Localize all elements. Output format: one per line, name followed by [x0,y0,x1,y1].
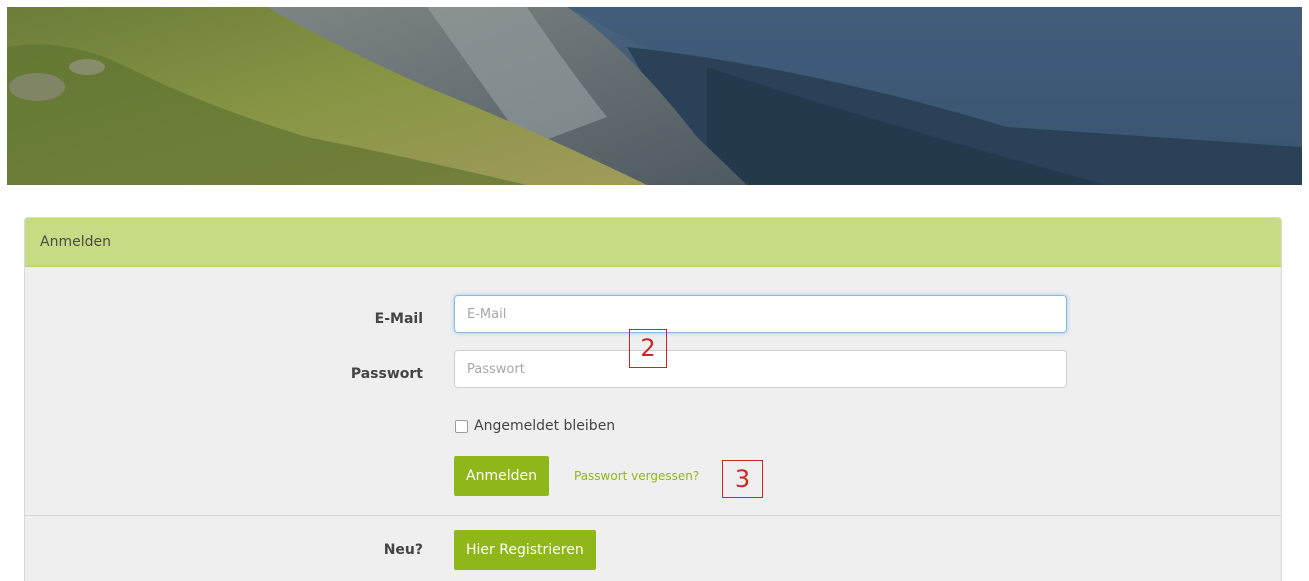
remember-me-row[interactable]: Angemeldet bleiben [455,418,615,434]
remember-me-checkbox[interactable] [455,419,468,433]
remember-me-label: Angemeldet bleiben [474,418,616,434]
email-label: E-Mail [374,311,423,327]
annotation-marker-3: 3 [722,460,763,498]
annotation-marker-2: 2 [629,329,667,368]
password-input[interactable] [454,350,1067,388]
hero-banner [7,7,1302,185]
password-label: Passwort [350,366,423,382]
mountain-landscape-image [7,7,1302,185]
email-input[interactable] [454,295,1067,333]
new-label: Neu? [383,542,423,558]
login-button[interactable]: Anmelden [454,456,549,496]
register-button[interactable]: Hier Registrieren [454,530,596,570]
panel-divider [25,515,1281,516]
forgot-password-link[interactable]: Passwort vergessen? [574,469,699,483]
panel-heading: Anmelden [25,218,1281,267]
login-panel: Anmelden E-Mail Passwort Angemeldet blei… [24,217,1282,581]
